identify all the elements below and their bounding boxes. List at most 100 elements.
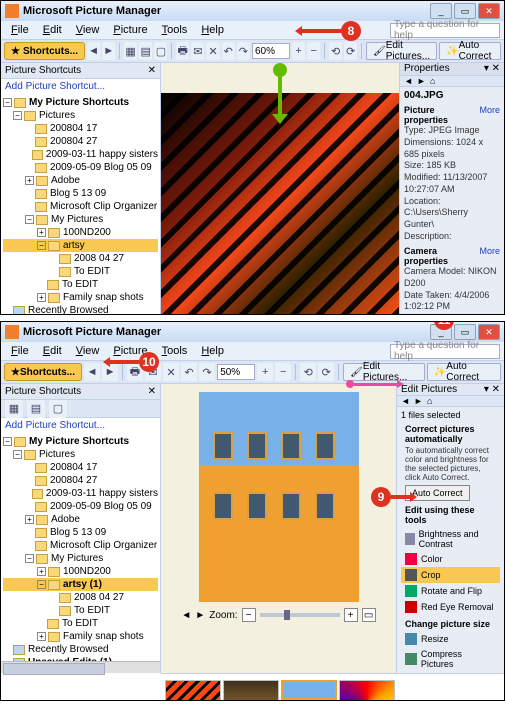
minimize-button[interactable]: _ <box>430 3 452 19</box>
thumb-item-selected[interactable]: * 006 <box>281 680 337 702</box>
view-thumb-button[interactable]: ▦ <box>124 42 137 60</box>
tree-item[interactable]: +Adobe <box>3 174 158 187</box>
tree-item[interactable]: +100ND200 <box>3 226 158 239</box>
tree-item[interactable]: 2009-05-09 Blog 05 09 <box>3 161 158 174</box>
view-filmstrip-button[interactable]: ▤ <box>27 400 45 418</box>
zoomout-button[interactable]: − <box>307 42 320 60</box>
forward-button[interactable]: ► <box>102 42 115 60</box>
tree-item[interactable]: 2009-03-11 happy sisters <box>3 148 158 161</box>
edit-pictures-button[interactable]: 🖌 Edit Pictures... <box>343 363 425 381</box>
zoom-out-button[interactable]: − <box>242 608 256 622</box>
print-button[interactable]: 🖶 <box>176 42 189 60</box>
add-shortcut-link[interactable]: Add Picture Shortcut... <box>1 79 160 94</box>
tool-redeye[interactable]: Red Eye Removal <box>401 599 500 615</box>
add-shortcut-link[interactable]: Add Picture Shortcut... <box>1 418 160 433</box>
help-search-input[interactable]: Type a question for help <box>390 23 500 38</box>
tree-item[interactable]: −Pictures <box>3 109 158 122</box>
back-button[interactable]: ◄ <box>87 42 100 60</box>
panel-close-button[interactable]: ✕ <box>148 65 156 76</box>
next-image-button[interactable]: ► <box>195 610 205 621</box>
help-search-input[interactable]: Type a question for help <box>390 344 500 359</box>
folder-tree[interactable]: −My Picture Shortcuts −Pictures 200804 1… <box>1 94 160 315</box>
tree-item[interactable]: Microsoft Clip Organizer <box>3 200 158 213</box>
tree-item[interactable]: 200804 17 <box>3 122 158 135</box>
tree-item[interactable]: 2008 04 27 <box>3 252 158 265</box>
thumb-item[interactable]: 004 <box>165 680 221 702</box>
shortcuts-button[interactable]: ★ Shortcuts... <box>4 363 82 381</box>
view-single-button[interactable]: ▢ <box>49 400 67 418</box>
shortcuts-button[interactable]: ★Shortcuts... <box>4 42 85 60</box>
tree-item[interactable]: To EDIT <box>3 604 158 617</box>
tree-item[interactable]: −My Pictures <box>3 552 158 565</box>
tree-root[interactable]: −My Picture Shortcuts <box>3 435 158 448</box>
panel-home-icon[interactable]: ⌂ <box>430 76 435 86</box>
rotate-left-button[interactable]: ⟲ <box>329 42 342 60</box>
email-button[interactable]: ✉ <box>191 42 204 60</box>
menu-view[interactable]: View <box>70 24 106 36</box>
view-filmstrip-button[interactable]: ▤ <box>139 42 152 60</box>
view-thumb-button[interactable]: ▦ <box>5 400 23 418</box>
back-button[interactable]: ◄ <box>84 363 100 381</box>
auto-correct-button[interactable]: ✨ Auto Correct <box>439 42 501 60</box>
tree-item[interactable]: Blog 5 13 09 <box>3 187 158 200</box>
image-preview[interactable] <box>199 392 359 602</box>
redo-button[interactable]: ↷ <box>199 363 215 381</box>
undo-button[interactable]: ↶ <box>181 363 197 381</box>
tree-item[interactable]: 2009-05-09 Blog 05 09 <box>3 500 158 513</box>
tree-item[interactable]: +Family snap shots <box>3 630 158 643</box>
more-link[interactable]: More <box>479 105 500 125</box>
menu-edit[interactable]: Edit <box>37 24 68 36</box>
tree-item[interactable]: +Adobe <box>3 513 158 526</box>
tool-crop[interactable]: Crop <box>401 567 500 583</box>
zoom-input[interactable] <box>252 43 290 59</box>
tool-compress[interactable]: Compress Pictures <box>401 647 500 671</box>
rotate-left-button[interactable]: ⟲ <box>300 363 316 381</box>
tree-item[interactable]: +Family snap shots <box>3 291 158 304</box>
tree-item[interactable]: −My Pictures <box>3 213 158 226</box>
menu-help[interactable]: Help <box>195 24 230 36</box>
tree-item[interactable]: To EDIT <box>3 265 158 278</box>
tree-item[interactable]: 200804 17 <box>3 461 158 474</box>
tool-color[interactable]: Color <box>401 551 500 567</box>
rotate-right-button[interactable]: ⟳ <box>318 363 334 381</box>
folder-tree[interactable]: −My Picture Shortcuts −Pictures 200804 1… <box>1 433 160 661</box>
tree-item-selected[interactable]: −artsy (1) <box>3 578 158 591</box>
zoom-slider[interactable] <box>260 613 340 617</box>
tree-item[interactable]: 2008 04 27 <box>3 591 158 604</box>
zoom-input[interactable] <box>217 364 255 380</box>
menu-file[interactable]: File <box>5 24 35 36</box>
tree-item[interactable]: 200804 27 <box>3 474 158 487</box>
delete-button[interactable]: ✕ <box>163 363 179 381</box>
menu-picture[interactable]: Picture <box>107 24 153 36</box>
more-link[interactable]: More <box>479 246 500 266</box>
zoom-in-button[interactable]: + <box>344 608 358 622</box>
tree-item[interactable]: Microsoft Clip Organizer <box>3 539 158 552</box>
auto-correct-button[interactable]: ✨ Auto Correct <box>427 363 501 381</box>
thumb-item[interactable]: 007 <box>339 680 395 702</box>
tree-item[interactable]: To EDIT <box>3 278 158 291</box>
image-preview[interactable] <box>161 93 399 315</box>
delete-button[interactable]: ✕ <box>206 42 219 60</box>
tree-item[interactable]: +100ND200 <box>3 565 158 578</box>
tree-item[interactable]: Blog 5 13 09 <box>3 526 158 539</box>
edit-pictures-button[interactable]: 🖌 Edit Pictures... <box>366 42 437 60</box>
menu-view[interactable]: View <box>70 345 106 357</box>
tool-brightness[interactable]: Brightness and Contrast <box>401 527 500 551</box>
redo-button[interactable]: ↷ <box>237 42 250 60</box>
prev-image-button[interactable]: ◄ <box>181 610 191 621</box>
close-button[interactable]: ✕ <box>478 324 500 340</box>
maximize-button[interactable]: ▭ <box>454 3 476 19</box>
panel-close-button[interactable]: ✕ <box>148 386 156 397</box>
menu-file[interactable]: File <box>5 345 35 357</box>
menu-tools[interactable]: Tools <box>156 345 194 357</box>
undo-button[interactable]: ↶ <box>222 42 235 60</box>
panel-nav-back-icon[interactable]: ◄ <box>404 76 413 86</box>
tool-resize[interactable]: Resize <box>401 631 500 647</box>
thumb-item[interactable]: 005 <box>223 680 279 702</box>
horizontal-scrollbar[interactable] <box>1 661 160 673</box>
menu-help[interactable]: Help <box>195 345 230 357</box>
tool-rotate[interactable]: Rotate and Flip <box>401 583 500 599</box>
zoomin-button[interactable]: + <box>257 363 273 381</box>
panel-nav-fwd-icon[interactable]: ► <box>417 76 426 86</box>
tree-item[interactable]: −Pictures <box>3 448 158 461</box>
